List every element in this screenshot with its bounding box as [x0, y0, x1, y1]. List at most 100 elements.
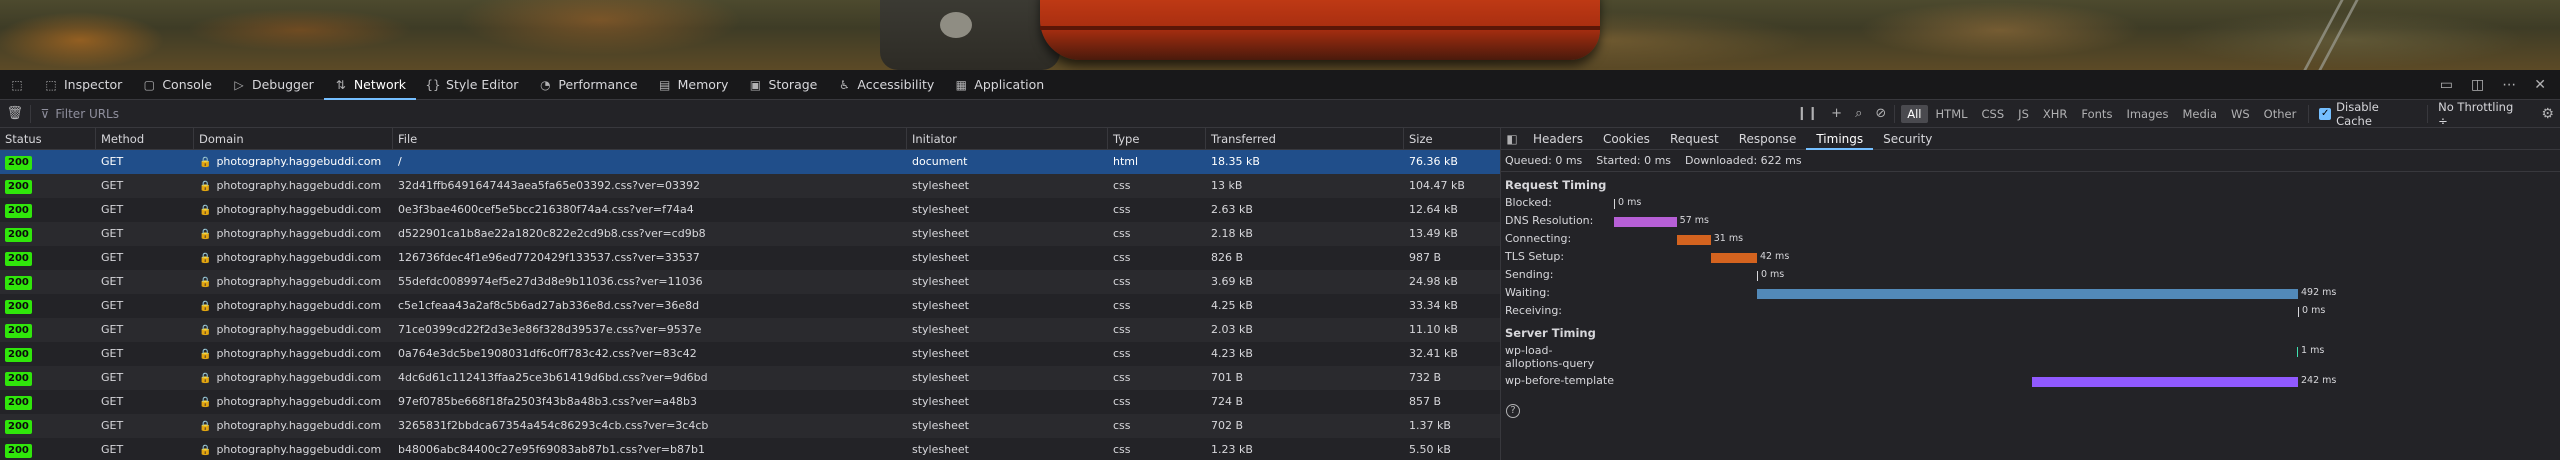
type-filter-all[interactable]: All	[1901, 104, 1928, 123]
pause-icon[interactable]: ❙❙	[1796, 106, 1818, 121]
clear-requests-button[interactable]: 🗑	[0, 106, 30, 121]
throttling-select[interactable]: No Throttling ÷	[2428, 100, 2535, 128]
locomotive-shape	[880, 0, 1060, 70]
type-filter-js[interactable]: JS	[2012, 105, 2035, 123]
type-filter-media[interactable]: Media	[2176, 105, 2223, 123]
close-icon[interactable]: ✕	[2534, 77, 2546, 93]
column-header-type[interactable]: Type	[1108, 128, 1206, 149]
type-filter-xhr[interactable]: XHR	[2037, 105, 2074, 123]
cell-status: 200	[0, 246, 96, 270]
status-badge: 200	[5, 300, 32, 314]
cell-domain: 🔒 photography.haggebuddi.com	[194, 222, 393, 246]
tab-label: Debugger	[251, 77, 314, 92]
column-header-file[interactable]: File	[393, 128, 907, 149]
status-badge: 200	[5, 204, 32, 218]
details-tab-request[interactable]: Request	[1660, 128, 1729, 149]
table-row[interactable]: 200 GET 🔒 photography.haggebuddi.com 55defdc…	[0, 270, 1500, 294]
lock-icon: 🔒	[199, 277, 212, 288]
tab-performance[interactable]: ◔ Performance	[528, 70, 647, 99]
lock-icon: 🔒	[199, 253, 212, 264]
tab-style-editor[interactable]: {} Style Editor	[416, 70, 528, 99]
details-tab-response[interactable]: Response	[1729, 128, 1807, 149]
search-icon[interactable]: ⌕	[1855, 106, 1862, 121]
cell-status: 200	[0, 294, 96, 318]
tab-network[interactable]: ⇅ Network	[323, 70, 417, 100]
cell-status: 200	[0, 318, 96, 342]
toggle-sidebar-icon[interactable]: ◧	[1501, 128, 1523, 149]
table-row[interactable]: 200 GET 🔒 photography.haggebuddi.com / docume…	[0, 150, 1500, 174]
lock-icon: 🔒	[199, 349, 212, 360]
rail-track-shape	[2303, 0, 2359, 70]
tab-storage[interactable]: ▣ Storage	[738, 70, 827, 99]
domain-text: photography.haggebuddi.com	[216, 395, 382, 408]
grid-icon: ▦	[955, 77, 967, 92]
column-header-transferred[interactable]: Transferred	[1206, 128, 1404, 149]
status-badge: 200	[5, 180, 32, 194]
table-row[interactable]: 200 GET 🔒 photography.haggebuddi.com d522901…	[0, 222, 1500, 246]
column-header-domain[interactable]: Domain	[194, 128, 393, 149]
cell-status: 200	[0, 366, 96, 390]
responsive-design-icon[interactable]: ▭	[2440, 77, 2453, 93]
table-row[interactable]: 200 GET 🔒 photography.haggebuddi.com 126736f…	[0, 246, 1500, 270]
details-tab-timings[interactable]: Timings	[1806, 128, 1873, 150]
details-tab-cookies[interactable]: Cookies	[1593, 128, 1660, 149]
type-filter-html[interactable]: HTML	[1930, 105, 1974, 123]
timing-label: Waiting:	[1505, 286, 1550, 299]
cell-domain: 🔒 photography.haggebuddi.com	[194, 438, 393, 460]
type-filter-ws[interactable]: WS	[2225, 105, 2256, 123]
type-filter-other[interactable]: Other	[2258, 105, 2303, 123]
cell-file: 97ef0785be668f18fa2503f43b8a48b3.css?ver…	[398, 395, 698, 408]
storage-icon: ▣	[749, 77, 762, 92]
timing-label: wp-load-alloptions-query	[1505, 344, 1595, 370]
table-row[interactable]: 200 GET 🔒 photography.haggebuddi.com 97ef078…	[0, 390, 1500, 414]
table-row[interactable]: 200 GET 🔒 photography.haggebuddi.com 3265831…	[0, 414, 1500, 438]
filter-icon: ⊽	[40, 106, 50, 121]
element-picker-button[interactable]: ⬚	[0, 70, 34, 99]
tab-memory[interactable]: ▤ Memory	[648, 70, 739, 99]
timing-label: Receiving:	[1505, 304, 1563, 317]
type-filter-css[interactable]: CSS	[1976, 105, 2011, 123]
tab-accessibility[interactable]: ♿ Accessibility	[827, 70, 944, 99]
tab-inspector[interactable]: ⬚ Inspector	[34, 70, 132, 99]
table-row[interactable]: 200 GET 🔒 photography.haggebuddi.com 0a764e3…	[0, 342, 1500, 366]
cell-status: 200	[0, 222, 96, 246]
cell-transferred: 701 B	[1211, 371, 1244, 384]
memory-icon: ▤	[658, 77, 671, 92]
cell-method: GET	[101, 251, 124, 264]
cell-initiator: stylesheet	[912, 371, 969, 384]
table-row[interactable]: 200 GET 🔒 photography.haggebuddi.com b48006a…	[0, 438, 1500, 460]
column-header-size[interactable]: Size	[1404, 128, 1500, 149]
dock-side-icon[interactable]: ◫	[2471, 77, 2484, 93]
help-icon[interactable]: ?	[1506, 404, 1520, 418]
column-header-method[interactable]: Method	[96, 128, 194, 149]
tab-console[interactable]: ▢ Console	[132, 70, 222, 99]
tab-label: Memory	[677, 77, 729, 92]
disable-cache-toggle[interactable]: ✓ Disable Cache	[2309, 100, 2427, 128]
tab-debugger[interactable]: ▷ Debugger	[222, 70, 324, 99]
filter-urls-input[interactable]: ⊽ Filter URLs	[31, 107, 1789, 121]
column-header-initiator[interactable]: Initiator	[907, 128, 1108, 149]
more-options-icon[interactable]: ⋯	[2502, 77, 2516, 93]
cell-initiator: stylesheet	[912, 179, 969, 192]
cell-method: GET	[101, 395, 124, 408]
cell-file: 3265831f2bbdca67354a454c86293c4cb.css?ve…	[398, 419, 709, 432]
gear-icon[interactable]: ⚙	[2535, 106, 2560, 122]
tab-application[interactable]: ▦ Application	[944, 70, 1054, 99]
table-row[interactable]: 200 GET 🔒 photography.haggebuddi.com 0e3f3ba…	[0, 198, 1500, 222]
server-timing-title: Server Timing	[1505, 326, 1596, 340]
details-tab-security[interactable]: Security	[1873, 128, 1942, 149]
domain-text: photography.haggebuddi.com	[216, 299, 382, 312]
table-row[interactable]: 200 GET 🔒 photography.haggebuddi.com 71ce039…	[0, 318, 1500, 342]
timing-bar	[1756, 271, 1758, 281]
table-row[interactable]: 200 GET 🔒 photography.haggebuddi.com 4dc6d61…	[0, 366, 1500, 390]
details-tab-headers[interactable]: Headers	[1523, 128, 1593, 149]
cell-file: /	[398, 155, 402, 168]
timing-label: DNS Resolution:	[1505, 214, 1594, 227]
table-row[interactable]: 200 GET 🔒 photography.haggebuddi.com 32d41ff…	[0, 174, 1500, 198]
block-icon[interactable]: ⊘	[1875, 106, 1886, 121]
column-header-status[interactable]: Status	[0, 128, 96, 149]
type-filter-images[interactable]: Images	[2120, 105, 2174, 123]
table-row[interactable]: 200 GET 🔒 photography.haggebuddi.com c5e1cfe…	[0, 294, 1500, 318]
type-filter-fonts[interactable]: Fonts	[2075, 105, 2118, 123]
add-icon[interactable]: +	[1831, 106, 1842, 121]
